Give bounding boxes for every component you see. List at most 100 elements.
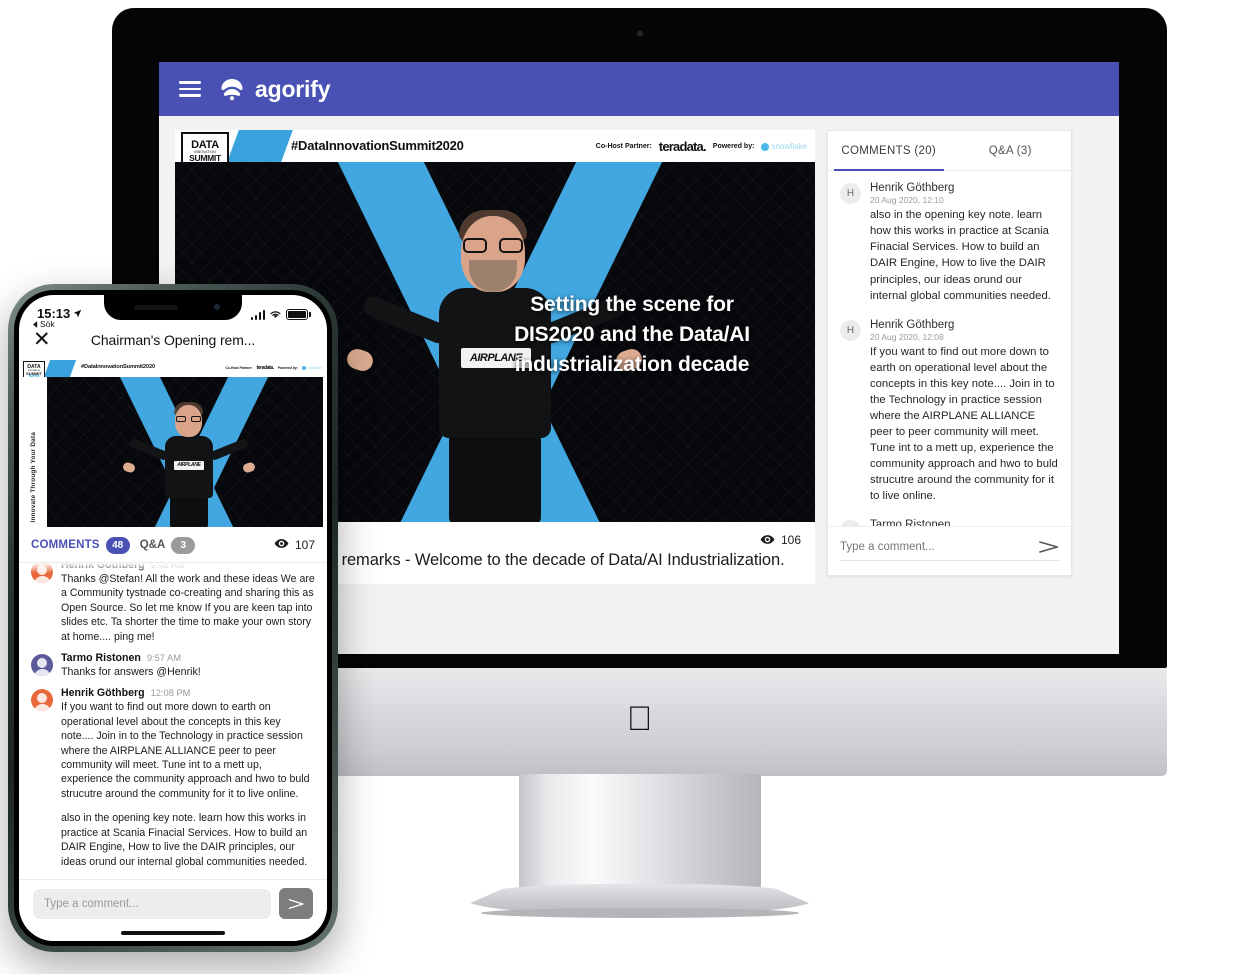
home-indicator bbox=[121, 931, 225, 935]
send-icon[interactable] bbox=[279, 888, 313, 919]
status-indicators bbox=[250, 304, 311, 325]
tab-comments[interactable]: COMMENTS (20) bbox=[828, 131, 950, 171]
snowflake-logo: snowflake bbox=[301, 366, 322, 370]
front-camera-icon bbox=[214, 304, 220, 310]
comment-item: H Henrik Göthberg 20 Aug 2020, 12:08 If … bbox=[840, 318, 1059, 505]
phone-video-player[interactable]: AIRPLANE bbox=[47, 377, 323, 527]
glasses-icon bbox=[176, 416, 201, 422]
phone-view-count-value: 107 bbox=[294, 538, 315, 552]
tab-qa[interactable]: Q&A 3 bbox=[140, 536, 196, 554]
comment-author: Henrik Göthberg bbox=[61, 687, 145, 700]
speaker-figure: AIRPLANE bbox=[121, 401, 257, 527]
eye-icon bbox=[274, 536, 289, 554]
avatar: H bbox=[840, 183, 861, 204]
snowflake-name: snowflake bbox=[306, 366, 322, 370]
teradata-logo: teradata. bbox=[256, 365, 275, 371]
view-count-value: 106 bbox=[780, 532, 801, 547]
brand[interactable]: agorify bbox=[219, 76, 330, 103]
powered-label: Powered by: bbox=[277, 366, 298, 370]
back-label-text: Sök bbox=[40, 319, 55, 329]
avatar: T bbox=[840, 520, 861, 526]
list-top-fade bbox=[19, 563, 327, 573]
phone-navbar: ✕ Chairman's Opening rem... bbox=[19, 325, 327, 360]
blue-slash-decoration bbox=[43, 360, 77, 377]
close-icon[interactable]: ✕ bbox=[33, 329, 59, 350]
comments-tabs: COMMENTS (20) Q&A (3) bbox=[828, 131, 1071, 171]
phone-video-block[interactable]: DATA INNOVATION SUMMIT 2020 #DataInnovat… bbox=[19, 360, 327, 527]
event-hashtag: #DataInnovationSummit2020 bbox=[291, 138, 464, 153]
avatar bbox=[31, 689, 53, 712]
phone-comments-list[interactable]: Henrik Göthberg 9:46 AM Thanks @Stefan! … bbox=[19, 563, 327, 871]
wifi-icon bbox=[269, 306, 282, 324]
speaker-legs bbox=[170, 496, 208, 527]
avatar bbox=[31, 654, 53, 677]
imac-stand-neck bbox=[518, 774, 761, 902]
comment-author: Tarmo Ristonen bbox=[61, 652, 141, 665]
hamburger-icon[interactable] bbox=[179, 81, 201, 97]
phone-event-branding-bar: DATA INNOVATION SUMMIT 2020 #DataInnovat… bbox=[19, 360, 327, 384]
snowflake-logo: snowflake bbox=[761, 142, 807, 151]
mockup-stage: agorify DATA INNOVATION SUMMIT #DataInno… bbox=[0, 0, 1260, 974]
cohost-label: Co-Host Partner: bbox=[225, 366, 253, 370]
teradata-logo: teradata. bbox=[658, 139, 707, 154]
send-icon[interactable] bbox=[1039, 540, 1059, 554]
list-item: Tarmo Ristonen 9:57 AM Thanks for answer… bbox=[31, 644, 315, 679]
partner-logos: Co-Host Partner: teradata. Powered by: s… bbox=[225, 365, 322, 371]
comment-author: Henrik Göthberg bbox=[870, 318, 955, 331]
video-overlay-text: Setting the scene for DIS2020 and the Da… bbox=[467, 290, 797, 379]
comment-timestamp: 12:08 PM bbox=[150, 688, 191, 699]
phone-view-count: 107 bbox=[274, 536, 315, 554]
eye-icon bbox=[760, 532, 775, 547]
comment-item: T Tarmo Ristonen 20 Aug 2020, 09:57 Than… bbox=[840, 518, 1059, 526]
apple-logo:  bbox=[626, 702, 654, 736]
comment-author: Henrik Göthberg bbox=[870, 182, 955, 194]
tab-comments-count: 48 bbox=[105, 536, 130, 554]
app-header: agorify bbox=[159, 62, 1119, 116]
powered-label: Powered by: bbox=[712, 143, 755, 150]
overlay-line-1: Setting the scene for bbox=[530, 293, 734, 316]
phone-app-screen: 15:13 Sök ✕ Chairman's Opening rem... DA… bbox=[19, 295, 327, 941]
blue-slash-decoration bbox=[227, 130, 293, 162]
brand-name: agorify bbox=[255, 75, 331, 102]
tab-comments[interactable]: COMMENTS 48 bbox=[31, 536, 130, 554]
avatar: H bbox=[840, 319, 861, 341]
list-item: Henrik Göthberg 12:08 PM If you want to … bbox=[31, 679, 315, 868]
phone-tab-bar: COMMENTS 48 Q&A 3 107 bbox=[19, 527, 327, 563]
comment-text: If you want to find out more down to ear… bbox=[61, 701, 310, 800]
comment-text: If you want to find out more down to ear… bbox=[870, 345, 1058, 503]
battery-icon bbox=[286, 309, 311, 320]
phone-comment-input[interactable]: Type a comment... bbox=[33, 888, 271, 919]
imac-stand-shadow bbox=[480, 908, 799, 918]
back-to-app-label[interactable]: Sök bbox=[33, 319, 55, 329]
overlay-line-2: DIS2020 and the Data/AI bbox=[514, 322, 750, 346]
comment-timestamp: 20 Aug 2020, 12:10 bbox=[870, 195, 944, 206]
speaker-legs bbox=[449, 434, 541, 522]
webcam-icon bbox=[636, 30, 643, 37]
list-item: Henrik Göthberg 9:46 AM Thanks @Stefan! … bbox=[31, 563, 315, 644]
comment-composer bbox=[828, 526, 1071, 575]
phone-comment-placeholder: Type a comment... bbox=[44, 897, 139, 910]
tab-qa[interactable]: Q&A (3) bbox=[950, 131, 1072, 170]
phone-vertical-sidebar: Innovate Through Your Data bbox=[19, 377, 47, 527]
cellular-bars-icon bbox=[250, 309, 266, 320]
comment-item: H Henrik Göthberg 20 Aug 2020, 12:10 als… bbox=[840, 181, 1059, 304]
location-arrow-icon bbox=[73, 306, 82, 321]
iphone-device: 15:13 Sök ✕ Chairman's Opening rem... DA… bbox=[8, 284, 338, 952]
snowflake-icon bbox=[301, 366, 306, 370]
overlay-line-3: industrialization decade bbox=[514, 352, 750, 376]
partner-logos: Co-Host Partner: teradata. Powered by: s… bbox=[596, 139, 807, 154]
comment-text-continued: also in the opening key note. learn how … bbox=[61, 812, 308, 868]
sidebar-vertical-text: Innovate Through Your Data bbox=[29, 432, 37, 523]
shirt-logo: AIRPLANE bbox=[174, 461, 204, 470]
comment-input[interactable] bbox=[840, 541, 1039, 553]
cohost-label: Co-Host Partner: bbox=[595, 143, 652, 150]
agorify-logo-icon bbox=[219, 76, 245, 102]
tab-qa-count: 3 bbox=[171, 536, 196, 554]
snowflake-icon bbox=[761, 142, 770, 151]
comments-panel: COMMENTS (20) Q&A (3) H Henrik Göthberg … bbox=[827, 130, 1072, 576]
tab-comments-label: COMMENTS bbox=[31, 539, 100, 551]
phone-page-title: Chairman's Opening rem... bbox=[90, 331, 256, 348]
snowflake-name: snowflake bbox=[771, 142, 807, 151]
comments-list[interactable]: H Henrik Göthberg 20 Aug 2020, 12:10 als… bbox=[828, 171, 1071, 526]
phone-notch bbox=[104, 295, 242, 320]
